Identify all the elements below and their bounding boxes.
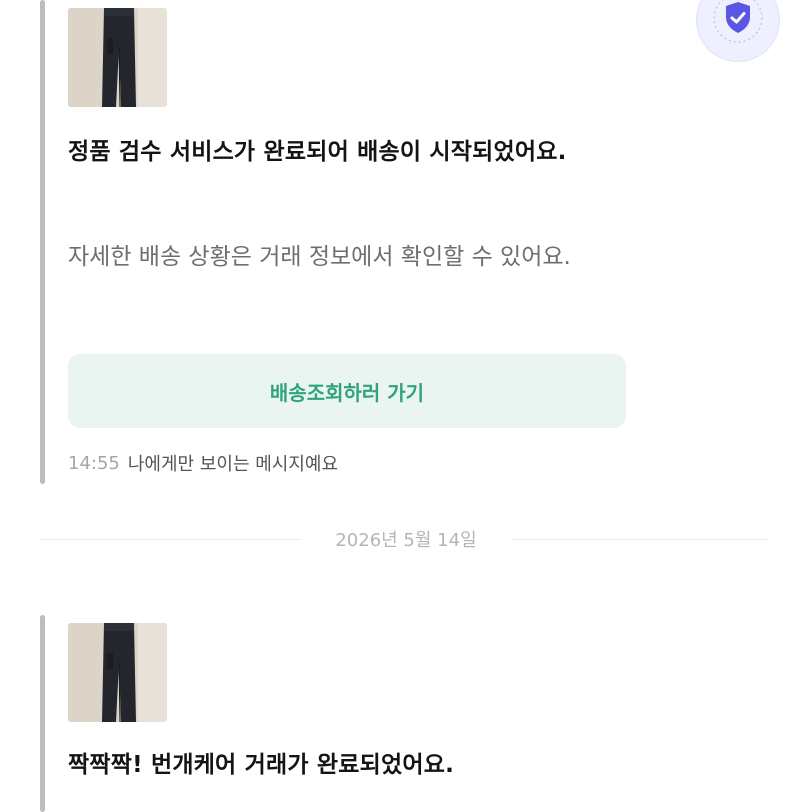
message-description: 자세한 배송 상황은 거래 정보에서 확인할 수 있어요. <box>68 244 571 270</box>
message-card-complete: 짝짝짝! 번개케어 거래가 완료되었어요. <box>40 615 640 812</box>
message-accent-bar <box>40 615 45 812</box>
shield-check-icon <box>710 0 766 50</box>
date-divider-label: 2026년 5월 14일 <box>335 530 477 551</box>
message-time: 14:55 <box>68 452 120 474</box>
track-shipping-button[interactable]: 배송조회하러 가기 <box>68 354 626 428</box>
message-title: 짝짝짝! 번개케어 거래가 완료되었어요. <box>68 752 455 778</box>
message-meta: 14:55 나에게만 보이는 메시지예요 <box>68 450 338 476</box>
message-accent-bar <box>40 0 45 484</box>
product-thumbnail[interactable] <box>68 8 167 107</box>
product-thumbnail[interactable] <box>68 623 167 722</box>
verified-badge[interactable] <box>696 0 780 62</box>
message-card-inspection: 정품 검수 서비스가 완료되어 배송이 시작되었어요. 자세한 배송 상황은 거… <box>40 0 640 490</box>
message-title: 정품 검수 서비스가 완료되어 배송이 시작되었어요. <box>68 139 567 165</box>
visibility-note: 나에게만 보이는 메시지예요 <box>127 454 339 475</box>
